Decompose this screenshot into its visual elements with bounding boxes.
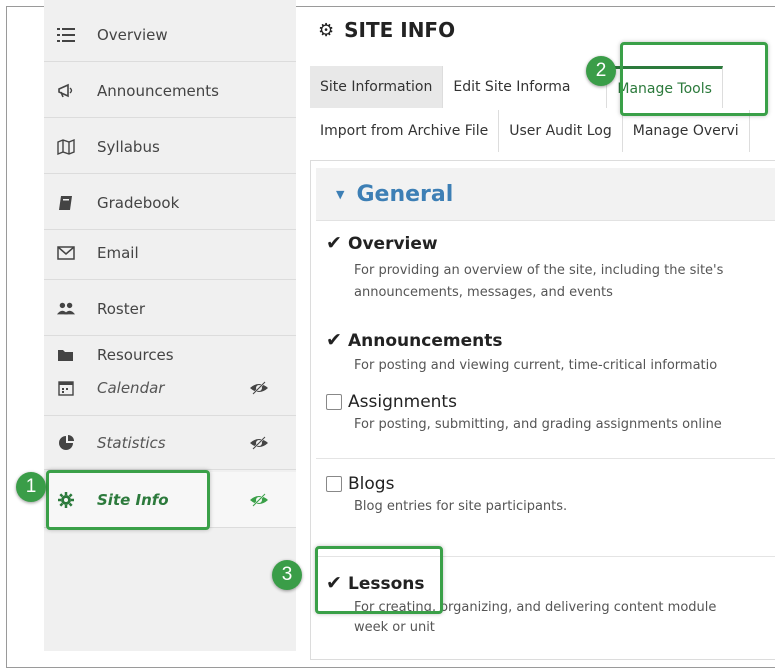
section-header-general[interactable]: ▼ General [316, 168, 775, 221]
tool-assignments: Assignments For posting, submitting, and… [326, 392, 722, 436]
tool-checkbox[interactable] [326, 232, 342, 254]
sidebar-item-label: Email [97, 243, 139, 262]
divider [316, 458, 775, 459]
sidebar-item-label: Calendar [97, 378, 165, 397]
tool-checkbox[interactable] [326, 394, 342, 410]
callout-number: 1 [25, 476, 37, 497]
callout-highlight-lessons [315, 546, 443, 614]
tool-blogs: Blogs Blog entries for site participants… [326, 474, 567, 518]
caret-down-icon: ▼ [336, 187, 345, 201]
tool-name: Overview [348, 234, 438, 254]
tool-description-line: week or unit [354, 620, 435, 635]
section-title: General [356, 181, 454, 207]
sidebar-item-label: Gradebook [97, 193, 180, 212]
tab-user-audit-log[interactable]: User Audit Log [499, 110, 623, 152]
envelope-icon [57, 244, 75, 262]
callout-badge-1: 1 [16, 472, 46, 502]
tab-edit-site-information[interactable]: Edit Site Informa [443, 66, 608, 108]
tool-announcements: Announcements For posting and viewing cu… [326, 329, 717, 377]
hidden-eye-icon[interactable] [248, 435, 270, 451]
tab-manage-overview[interactable]: Manage Overvi [622, 110, 750, 152]
tab-label: User Audit Log [509, 123, 612, 139]
page-title-text: SITE INFO [344, 18, 456, 42]
tool-description: Blog entries for site participants. [354, 496, 567, 518]
pie-chart-icon [57, 434, 75, 452]
tab-label: Site Information [320, 79, 433, 95]
tool-checkbox[interactable] [326, 476, 342, 492]
page-title: ⚙ SITE INFO [318, 18, 455, 42]
tool-checkbox[interactable] [326, 329, 342, 351]
tool-description-line: announcements, messages, and events [354, 285, 613, 300]
map-icon [57, 138, 75, 156]
tab-import-from-archive[interactable]: Import from Archive File [310, 110, 500, 152]
tab-label: Manage Overvi [632, 123, 739, 139]
callout-number: 3 [281, 564, 293, 585]
sidebar-item-announcements[interactable]: Announcements [44, 64, 296, 118]
tool-description: For providing an overview of the site, i… [354, 260, 723, 304]
tool-name: Blogs [348, 474, 395, 494]
sidebar-item-roster[interactable]: Roster [44, 282, 296, 336]
tool-description: For posting, submitting, and grading ass… [354, 414, 722, 436]
callout-badge-2: 2 [586, 56, 616, 86]
sidebar-item-label: Statistics [97, 433, 166, 452]
callout-badge-3: 3 [272, 560, 302, 590]
tool-description-line: For posting, submitting, and grading ass… [354, 417, 722, 432]
sidebar-item-label: Announcements [97, 81, 219, 100]
tool-description-line: Blog entries for site participants. [354, 499, 568, 514]
tab-site-information[interactable]: Site Information [310, 66, 444, 108]
tabs-row-secondary: Import from Archive File User Audit Log … [310, 110, 750, 152]
sidebar-item-label: Overview [97, 25, 168, 44]
sidebar-item-label: Roster [97, 299, 146, 318]
calendar-icon [57, 379, 75, 397]
megaphone-icon [57, 82, 75, 100]
callout-highlight-site-info [46, 470, 210, 530]
sidebar-item-email[interactable]: Email [44, 226, 296, 280]
users-icon [57, 300, 75, 318]
sidebar-item-overview[interactable]: Overview [44, 8, 296, 62]
tool-description-line: For posting and viewing current, time-cr… [354, 358, 718, 373]
tab-label: Import from Archive File [320, 123, 489, 139]
hidden-eye-icon[interactable] [248, 380, 270, 396]
tool-description-line: For providing an overview of the site, i… [354, 263, 724, 278]
callout-highlight-manage-tools [620, 42, 768, 116]
callout-number: 2 [595, 60, 607, 81]
sidebar-item-calendar[interactable]: Calendar [44, 360, 296, 416]
book-icon [57, 194, 75, 212]
sidebar-item-syllabus[interactable]: Syllabus [44, 120, 296, 174]
sidebar-item-label: Syllabus [97, 137, 160, 156]
visible-eye-icon[interactable] [248, 492, 270, 508]
tool-name: Announcements [348, 331, 503, 351]
tool-overview: Overview For providing an overview of th… [326, 232, 723, 304]
sidebar-item-gradebook[interactable]: Gradebook [44, 176, 296, 230]
tab-label: Edit Site Informa [453, 79, 571, 95]
tool-description: For posting and viewing current, time-cr… [354, 355, 717, 377]
sidebar-item-statistics[interactable]: Statistics [44, 416, 296, 470]
list-icon [57, 26, 75, 44]
gear-icon: ⚙ [318, 19, 335, 41]
tool-name: Assignments [348, 392, 457, 412]
